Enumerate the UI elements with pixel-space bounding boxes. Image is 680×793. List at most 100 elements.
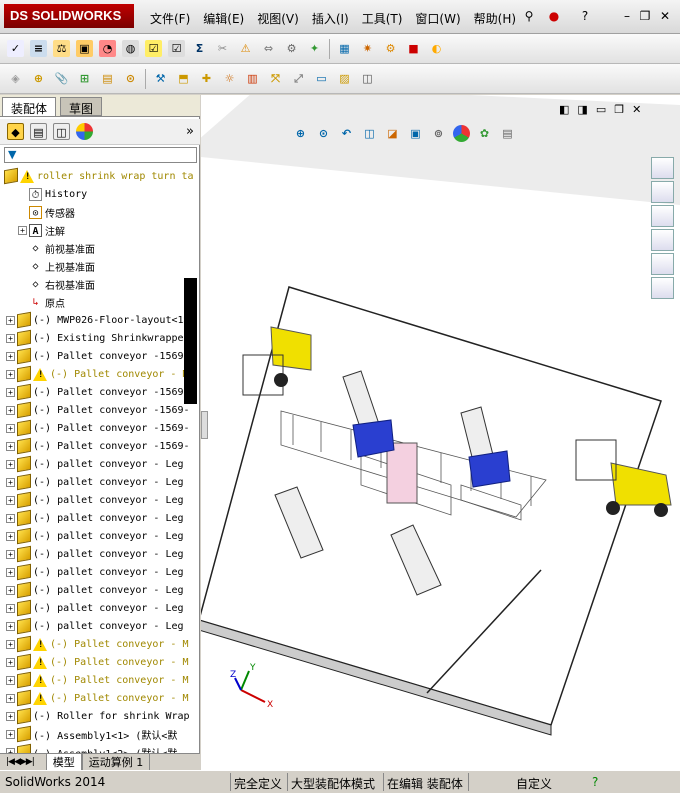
home-icon[interactable] [651,157,674,179]
expand-toggle-icon[interactable]: + [6,675,15,685]
scene-icon[interactable]: ✿ [476,125,493,142]
expand-toggle-icon[interactable]: + [6,441,15,451]
expand-toggle-icon[interactable]: + [6,369,15,379]
tree-item[interactable]: + (-) Assembly1<1> (默认<默 [0,725,198,743]
tree-item[interactable]: + (-) pallet conveyor - Leg [0,617,198,635]
tree-item[interactable]: ◇ 上视基准面 [0,257,198,275]
edit-appearance-icon[interactable] [453,125,470,142]
graphics-area[interactable]: X Y Z ◧ ◨ ▭ ❐ ✕ ⊕ ⊙ ↶ ◫ ◪ ▣ ⊚ ✿ ▤ [201,95,680,770]
tree-item[interactable]: + (-) pallet conveyor - Leg [0,581,198,599]
tree-item[interactable]: + (-) pallet conveyor - Leg [0,491,198,509]
tree-scrollbar[interactable] [184,278,197,404]
expand-toggle-icon[interactable]: + [6,567,15,577]
section-icon[interactable]: ▣ [76,40,93,57]
instant3d-icon[interactable]: ◫ [359,70,376,87]
menu-file[interactable]: 文件(F) [150,10,190,27]
expand-arrows-icon[interactable]: » [186,124,194,139]
spellcheck-icon[interactable]: ✓ [7,40,24,57]
expand-toggle-icon[interactable]: + [6,495,15,505]
expand-toggle-icon[interactable]: + [6,603,15,613]
expand-toggle-icon[interactable]: + [6,351,15,361]
tab-model[interactable]: 模型 [45,753,82,771]
close-button[interactable]: ✕ [656,8,674,24]
section-view-icon[interactable]: ◫ [361,125,378,142]
new-motion-icon[interactable]: ☼ [221,70,238,87]
warning-icon[interactable]: ⚠ [237,40,254,57]
tab-motion-study[interactable]: 运动算例 1 [81,753,151,771]
tree-item[interactable]: + (-) Pallet conveyor -1569- [0,401,198,419]
view-settings-icon[interactable]: ▤ [499,125,516,142]
tree-item[interactable]: + (-) Pallet conveyor -1569- [0,347,198,365]
zoom-area-icon[interactable]: ⊙ [315,125,332,142]
interference-detect-icon[interactable]: ▭ [313,70,330,87]
expand-toggle-icon[interactable]: + [6,693,15,703]
explode-icon[interactable]: ✷ [359,40,376,57]
status-help-icon[interactable]: ? [592,775,598,789]
viewport-restore-icon[interactable]: ❐ [614,103,624,116]
tree-item[interactable]: + (-) pallet conveyor - Leg [0,563,198,581]
expand-toggle-icon[interactable]: + [6,729,15,739]
traffic-light-icon[interactable]: ● [545,8,563,24]
view-palette-icon[interactable] [651,229,674,251]
expand-toggle-icon[interactable]: + [6,639,15,649]
disabled-check-icon[interactable]: ☑ [168,40,185,57]
expand-toggle-icon[interactable]: + [6,333,15,343]
hole-icon[interactable]: ◍ [122,40,139,57]
expand-toggle-icon[interactable]: + [6,621,15,631]
tree-item[interactable]: + A 注解 [0,221,198,239]
appearances-icon[interactable] [651,253,674,275]
color-icon[interactable]: ■ [405,40,422,57]
expand-toggle-icon[interactable]: + [6,531,15,541]
tree-item[interactable]: +! (-) Pallet conveyor - M [0,671,198,689]
bom-icon[interactable]: ▥ [244,70,261,87]
tree-item[interactable]: ⏱ History [0,185,198,203]
tree-item[interactable]: + (-) Existing Shrinkwrapper [0,329,198,347]
expand-toggle-icon[interactable]: + [6,405,15,415]
tab-nav-arrows-icon[interactable]: |◀◀▶▶| [6,757,35,767]
expand-toggle-icon[interactable]: + [6,513,15,523]
tab-sketch[interactable]: 草图 [60,97,103,116]
hide-show-icon[interactable]: ⊚ [430,125,447,142]
tree-root[interactable]: ! roller shrink wrap turn ta [0,167,198,185]
tree-item[interactable]: ↳ 原点 [0,293,198,311]
previous-view-icon[interactable]: ↶ [338,125,355,142]
tree-item[interactable]: + (-) pallet conveyor - Leg [0,509,198,527]
pin-icon[interactable]: ⚲ [520,8,538,24]
minimize-button[interactable]: – [618,8,636,24]
property-manager-icon[interactable]: ▤ [30,123,47,140]
menu-view[interactable]: 视图(V) [257,10,299,27]
status-units[interactable]: 自定义 [516,775,552,792]
split-left-icon[interactable]: ◧ [559,103,569,116]
expand-toggle-icon[interactable]: + [6,711,15,721]
check-icon[interactable]: ◔ [99,40,116,57]
pattern-icon[interactable]: ▤ [99,70,116,87]
explode-line-icon[interactable]: ⤢ [290,70,307,87]
tree-item[interactable]: + (-) pallet conveyor - Leg [0,599,198,617]
expand-toggle-icon[interactable]: + [6,549,15,559]
sum-icon[interactable]: Σ [191,40,208,57]
tree-item[interactable]: ◇ 前视基准面 [0,239,198,257]
zoom-fit-icon[interactable]: ⊕ [292,125,309,142]
tree-item[interactable]: + (-) Pallet conveyor -1569- [0,419,198,437]
expand-toggle-icon[interactable]: + [6,387,15,397]
tree-item[interactable]: + (-) pallet conveyor - Leg [0,455,198,473]
config-manager-icon[interactable]: ◫ [53,123,70,140]
tree-item[interactable]: ⊙ 传感器 [0,203,198,221]
expand-toggle-icon[interactable]: + [6,477,15,487]
custom-properties-icon[interactable] [651,277,674,299]
move-icon[interactable]: ⊙ [122,70,139,87]
split-right-icon[interactable]: ◨ [577,103,587,116]
viewport-minimize-icon[interactable]: ▭ [596,103,606,116]
clearance-icon[interactable]: ▨ [336,70,353,87]
tree-item[interactable]: + (-) Pallet conveyor -1569- [0,437,198,455]
restore-button[interactable]: ❐ [636,8,654,24]
mate-icon[interactable]: ⊞ [76,70,93,87]
tab-assembly[interactable]: 装配体 [2,97,57,116]
tree-item[interactable]: +! (-) Pallet conveyor - M [0,689,198,707]
adjust-icon[interactable]: ⚙ [283,40,300,57]
design-library-icon[interactable] [651,181,674,203]
solidworks-logo[interactable]: DS SOLIDWORKS [4,4,134,28]
menu-tools[interactable]: 工具(T) [362,10,403,27]
insert-component-icon[interactable]: ⊕ [30,70,47,87]
tree-item[interactable]: +! (-) Pallet conveyor - M [0,653,198,671]
